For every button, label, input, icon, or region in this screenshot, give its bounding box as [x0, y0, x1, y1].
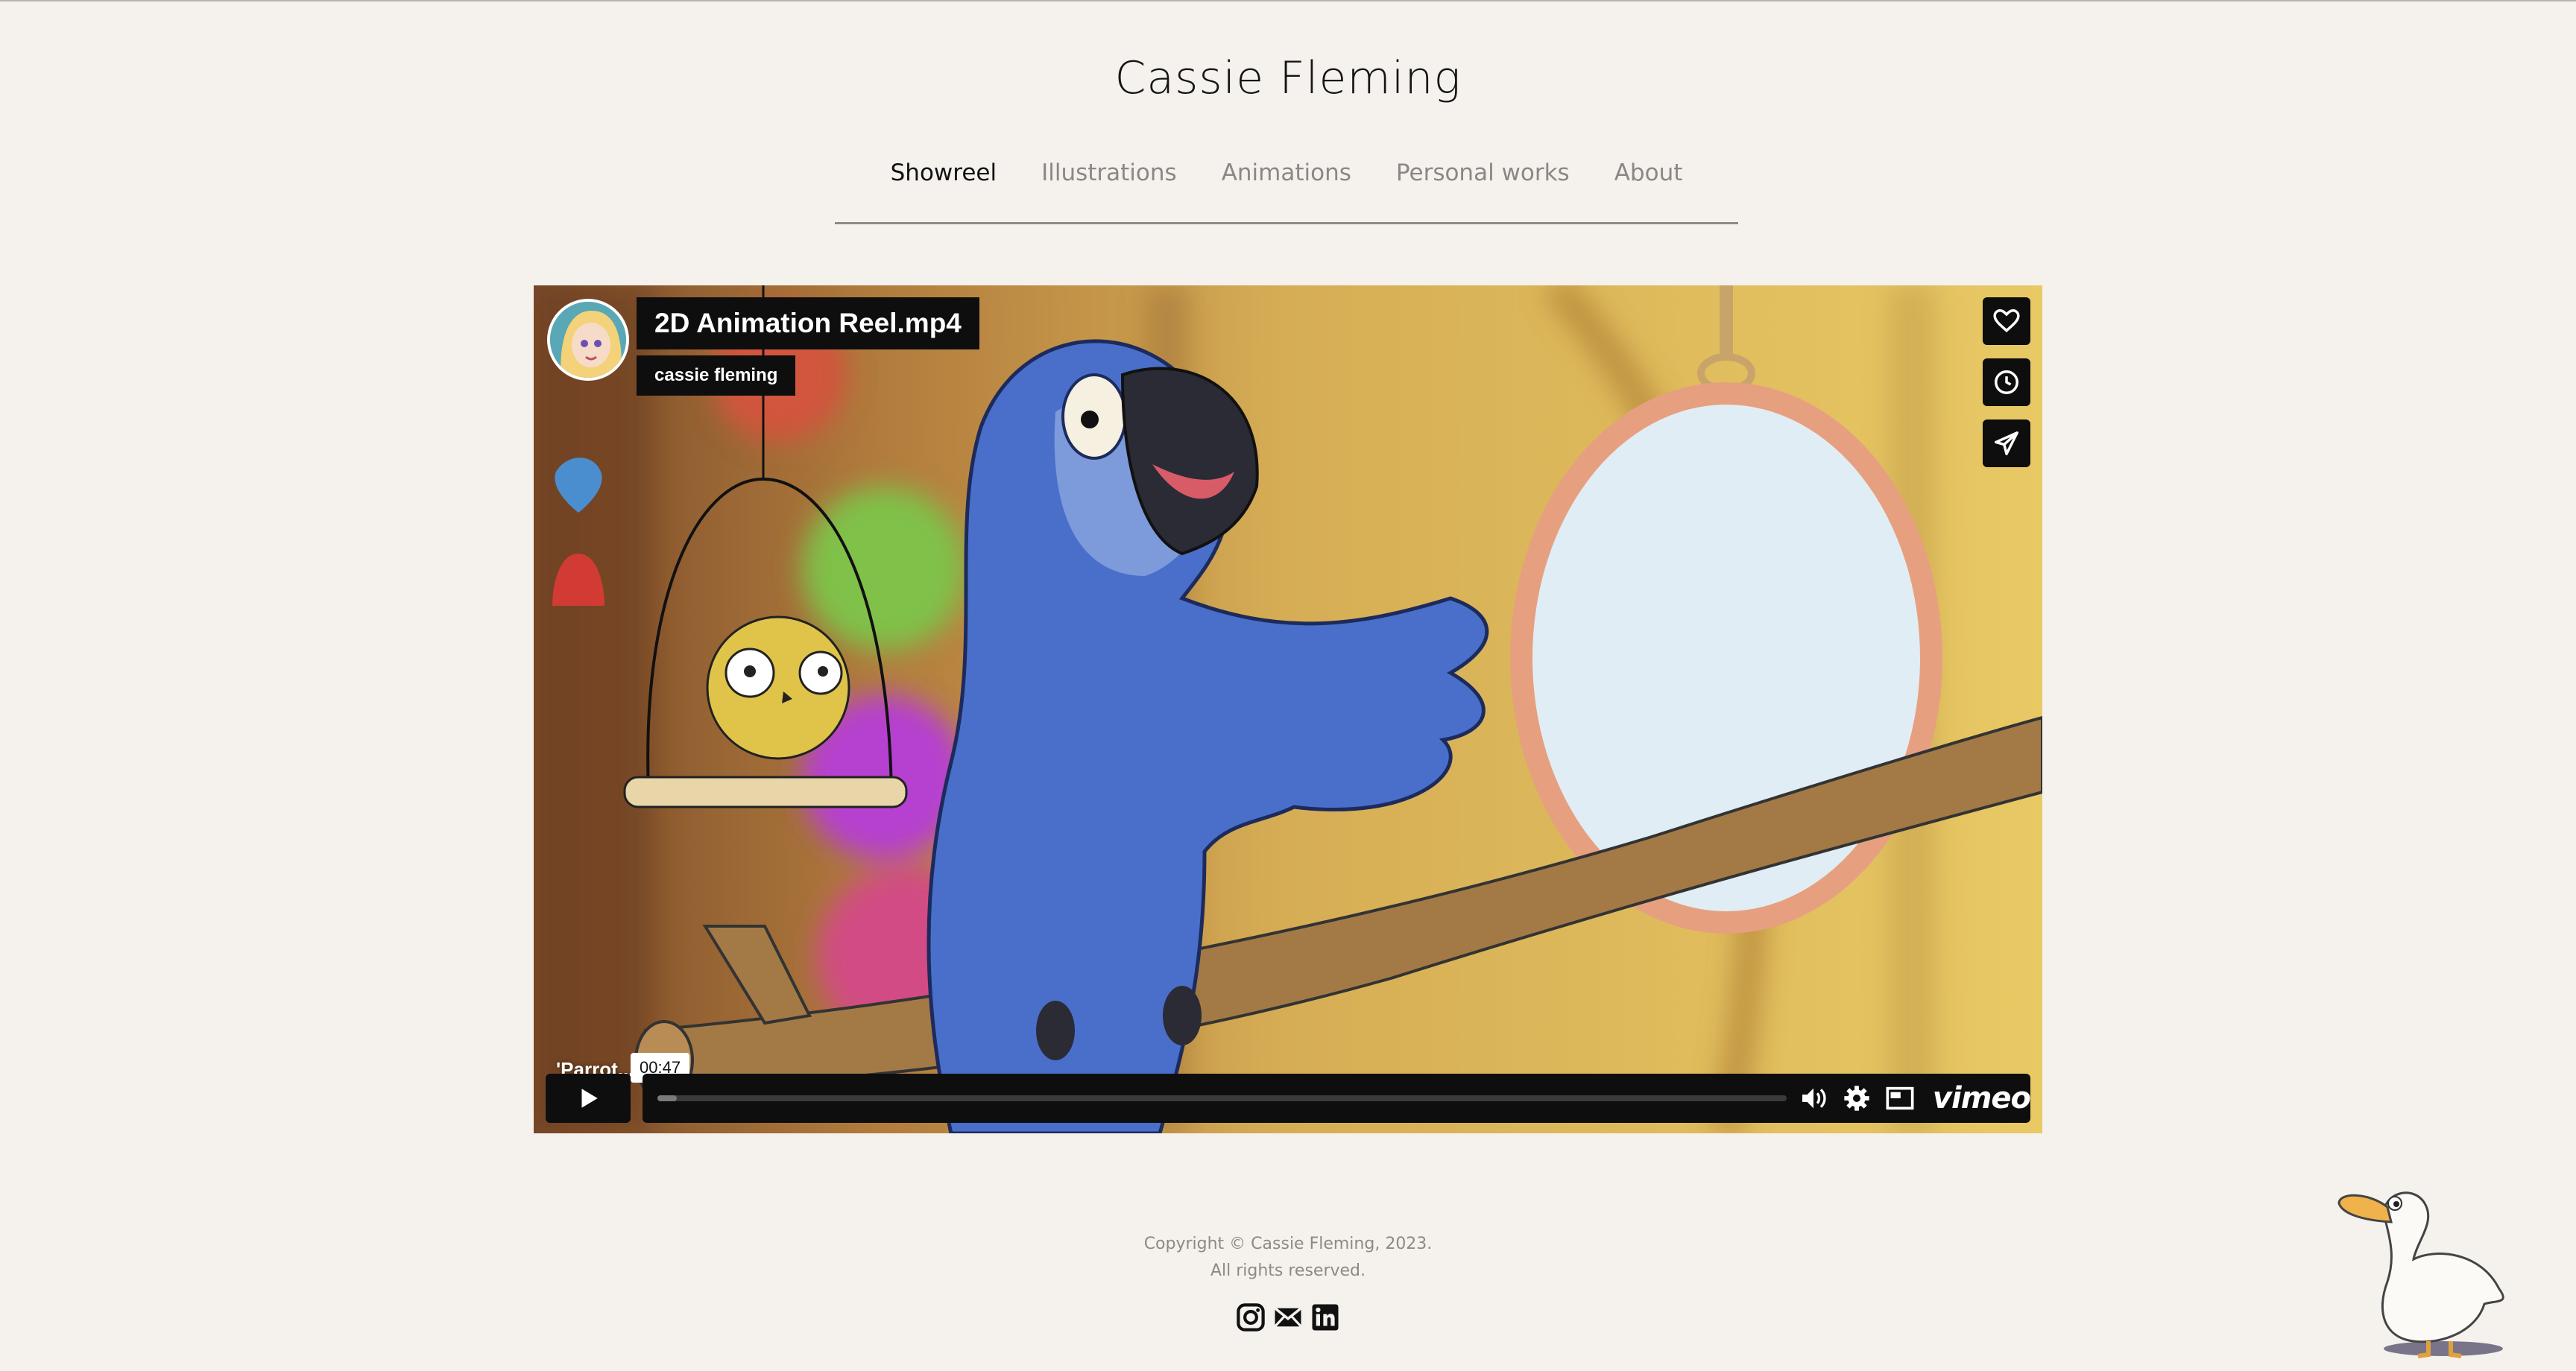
pip-button[interactable]: [1884, 1082, 1916, 1115]
watch-later-button[interactable]: [1983, 358, 2030, 406]
footer: Copyright © Cassie Fleming, 2023. All ri…: [0, 1231, 2576, 1285]
video-player[interactable]: 2D Animation Reel.mp4 cassie fleming 'Pa…: [534, 285, 2042, 1133]
linkedin-icon: [1312, 1304, 1339, 1331]
nav-item-animations[interactable]: Animations: [1222, 159, 1351, 222]
volume-button[interactable]: [1797, 1082, 1830, 1115]
main-nav: Showreel Illustrations Animations Person…: [835, 159, 1738, 224]
mail-icon: [1274, 1307, 1302, 1328]
share-button[interactable]: [1983, 419, 2030, 467]
player-controls: vimeo: [643, 1074, 2031, 1123]
author-name[interactable]: cassie fleming: [637, 355, 796, 396]
pip-icon: [1886, 1086, 1914, 1110]
nav-item-personal-works[interactable]: Personal works: [1396, 159, 1570, 222]
instagram-icon: [1237, 1303, 1265, 1332]
volume-icon: [1802, 1088, 1826, 1109]
send-icon: [1995, 431, 2018, 455]
settings-button[interactable]: [1840, 1082, 1873, 1115]
duck-mascot-illustration: [2337, 1191, 2504, 1358]
linkedin-link[interactable]: [1309, 1301, 1342, 1334]
nav-item-about[interactable]: About: [1614, 159, 1683, 222]
progress-fill: [657, 1095, 677, 1101]
instagram-link[interactable]: [1234, 1301, 1267, 1334]
copyright-text: Copyright © Cassie Fleming, 2023.: [1143, 1235, 1433, 1253]
nav-item-illustrations[interactable]: Illustrations: [1041, 159, 1177, 222]
settings-icon: [1844, 1086, 1869, 1111]
top-border: [0, 0, 2576, 1]
video-frame-illustration: [534, 285, 2042, 1133]
play-icon: [581, 1089, 598, 1108]
nav-item-showreel[interactable]: Showreel: [891, 159, 997, 222]
email-link[interactable]: [1272, 1301, 1304, 1334]
site-title[interactable]: Cassie Fleming: [0, 52, 2576, 104]
heart-icon: [1993, 309, 2020, 332]
vimeo-logo[interactable]: vimeo: [1933, 1081, 2031, 1115]
social-links: [1234, 1301, 1342, 1334]
progress-bar[interactable]: [657, 1095, 1787, 1101]
like-button[interactable]: [1983, 297, 2030, 345]
clock-icon: [1995, 370, 2018, 394]
video-title[interactable]: 2D Animation Reel.mp4: [637, 297, 979, 349]
author-avatar[interactable]: [547, 299, 629, 381]
play-button[interactable]: [546, 1074, 631, 1123]
rights-text: All rights reserved.: [1210, 1261, 1366, 1280]
